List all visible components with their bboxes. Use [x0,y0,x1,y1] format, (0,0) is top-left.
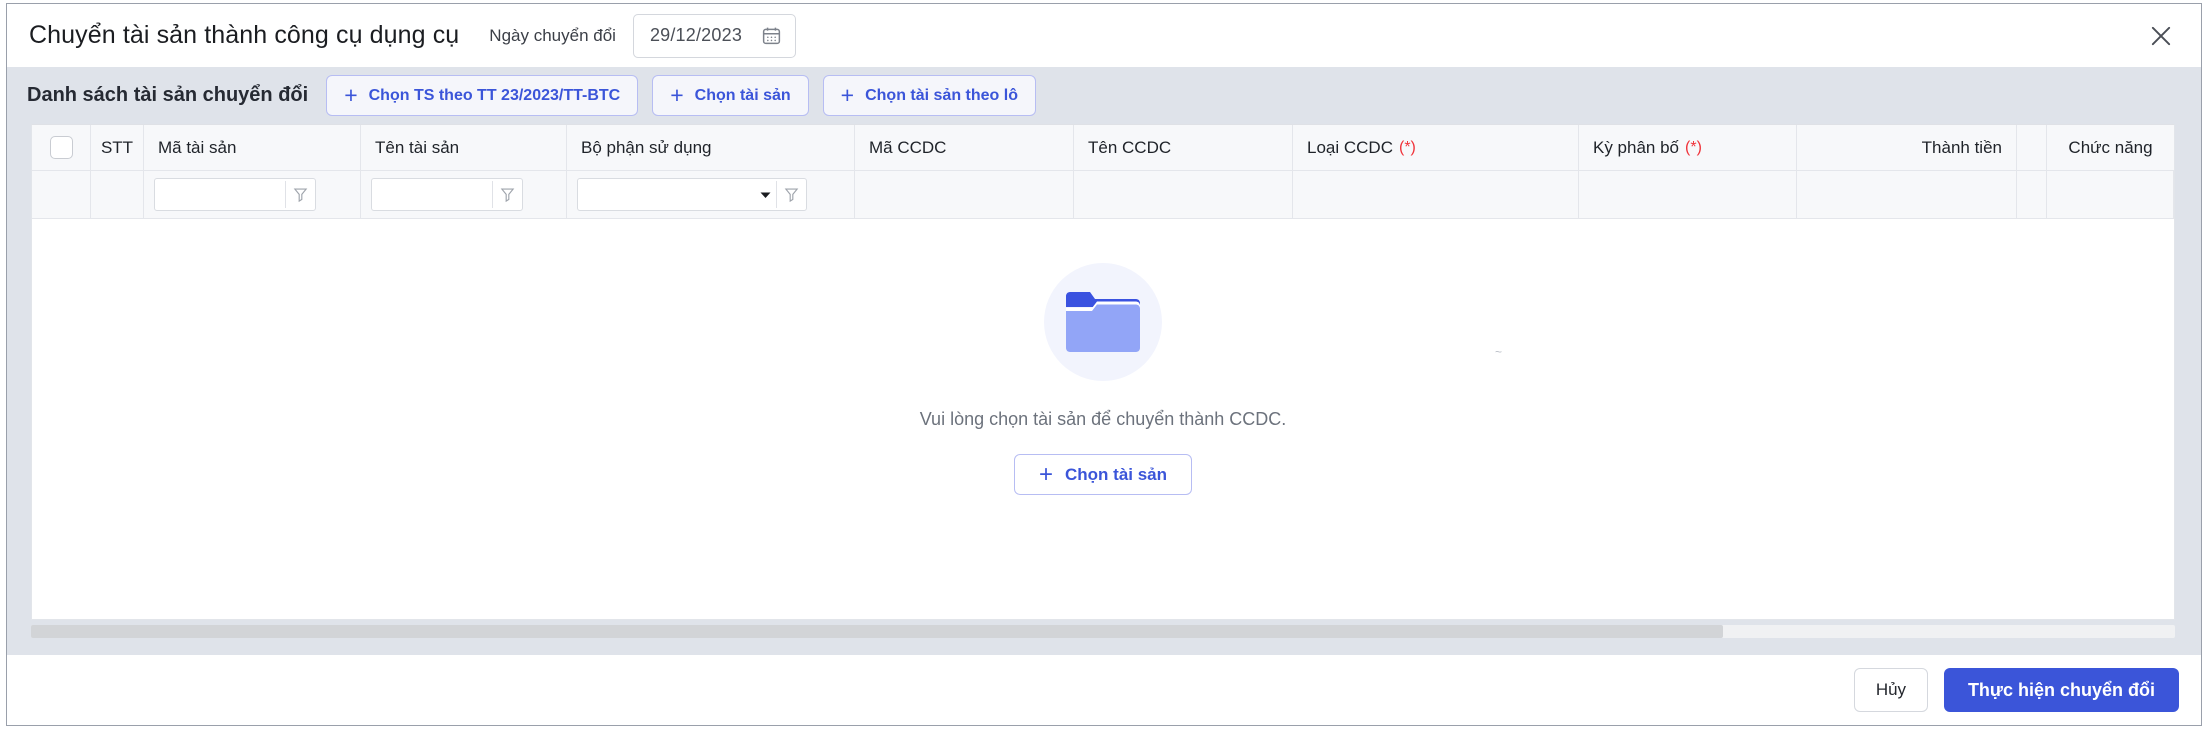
header-label-loai-ccdc: Loại CCDC [1307,137,1393,157]
conversion-date-label: Ngày chuyển đổi [489,25,616,45]
plus-icon: + [840,82,855,108]
header-cell-thanh-tien: Thành tiền [1797,125,2017,170]
page-title: Chuyển tài sản thành công cụ dụng cụ [29,21,460,49]
filter-input-ten-tai-san[interactable] [372,179,493,210]
asset-table: STT Mã tài sản Tên tài sản Bộ phận sử dụ… [31,124,2175,620]
render-artifact: ~ [1495,345,1502,359]
table-header-row: STT Mã tài sản Tên tài sản Bộ phận sử dụ… [32,125,2174,171]
required-marker: (*) [1685,138,1702,156]
filter-cell-ky-phan-bo [1579,171,1797,218]
horizontal-scrollbar-thumb[interactable] [31,625,1723,638]
header-cell-ky-phan-bo: Kỳ phân bố (*) [1579,125,1797,170]
filter-cell-ma-ccdc [855,171,1074,218]
plus-icon: + [1038,460,1053,488]
cancel-button[interactable]: Hủy [1853,668,1928,712]
filter-ma-tai-san[interactable] [154,178,316,211]
filter-cell-ma-tai-san [144,171,361,218]
required-marker: (*) [1398,138,1416,156]
select-assets-by-batch-button[interactable]: + Chọn tài sản theo lô [822,75,1036,116]
header-cell-ma-tai-san: Mã tài sản [144,125,361,170]
conversion-date-value: 29/12/2023 [649,25,743,45]
filter-bo-phan-su-dung[interactable] [577,178,807,211]
header-cell-loai-ccdc: Loại CCDC (*) [1293,125,1579,170]
convert-asset-dialog: Chuyển tài sản thành công cụ dụng cụ Ngà… [6,3,2202,726]
filter-funnel-icon[interactable] [493,179,522,210]
asset-list-title: Danh sách tài sản chuyển đổi [27,84,309,106]
caret-down-icon[interactable] [754,179,776,210]
header-cell-ten-ccdc: Tên CCDC [1074,125,1293,170]
horizontal-scrollbar[interactable] [31,625,2175,638]
filter-input-bo-phan-su-dung[interactable] [578,179,755,210]
filter-cell-narrow [2017,171,2047,218]
header-cell-stt: STT [91,125,144,170]
dialog-footer: Hủy Thực hiện chuyển đổi [7,655,2201,725]
empty-state: ~ Vui lòng chọn tài sản để chuyển thành … [32,219,2174,619]
filter-funnel-icon[interactable] [286,179,315,210]
filter-cell-ten-ccdc [1074,171,1293,218]
filter-input-ma-tai-san[interactable] [155,179,286,210]
submit-conversion-button[interactable]: Thực hiện chuyển đổi [1943,668,2179,712]
header-label-ky-phan-bo: Kỳ phân bố [1593,137,1680,157]
select-assets-by-circular-label: Chọn TS theo TT 23/2023/TT-BTC [368,86,621,104]
close-icon[interactable] [2143,18,2179,54]
plus-icon: + [670,82,684,108]
header-cell-narrow [2017,125,2047,170]
asset-grid-area: STT Mã tài sản Tên tài sản Bộ phận sử dụ… [7,124,2201,655]
folder-icon [1044,263,1162,381]
select-assets-button[interactable]: + Chọn tài sản [652,75,809,116]
header-cell-ten-tai-san: Tên tài sản [361,125,567,170]
dialog-header: Chuyển tài sản thành công cụ dụng cụ Ngà… [7,4,2201,67]
empty-state-message: Vui lòng chọn tài sản để chuyển thành CC… [919,409,1287,429]
header-cell-bo-phan-su-dung: Bộ phận sử dụng [567,125,855,170]
select-assets-by-circular-button[interactable]: + Chọn TS theo TT 23/2023/TT-BTC [326,75,639,116]
filter-ten-tai-san[interactable] [371,178,523,211]
filter-cell-bo-phan-su-dung [567,171,855,218]
empty-select-assets-label: Chọn tài sản [1065,464,1168,484]
conversion-date-field[interactable]: 29/12/2023 [632,13,796,58]
empty-select-assets-button[interactable]: + Chọn tài sản [1013,454,1193,495]
header-cell-chuc-nang: Chức năng [2068,137,2153,157]
header-cell-ma-ccdc: Mã CCDC [855,125,1074,170]
filter-cell-stt [91,171,144,218]
filter-cell-checkbox [32,171,91,218]
filter-cell-loai-ccdc [1293,171,1579,218]
select-assets-label: Chọn tài sản [694,86,791,104]
table-filter-row [32,171,2174,219]
select-assets-by-batch-label: Chọn tài sản theo lô [865,86,1018,104]
filter-funnel-icon[interactable] [777,179,806,210]
calendar-icon[interactable] [761,25,782,46]
header-cell-checkbox [32,125,91,170]
select-all-checkbox[interactable] [49,136,73,159]
asset-list-toolbar: Danh sách tài sản chuyển đổi + Chọn TS t… [7,67,2201,124]
filter-cell-chuc-nang [2047,171,2174,218]
filter-cell-ten-tai-san [361,171,567,218]
plus-icon: + [344,82,358,108]
filter-cell-thanh-tien [1797,171,2017,218]
